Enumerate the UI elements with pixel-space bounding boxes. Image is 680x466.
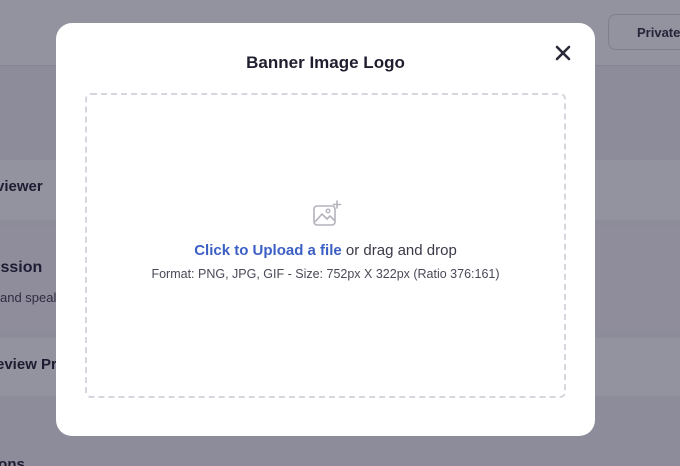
upload-instruction: Click to Upload a file or drag and drop — [87, 242, 564, 259]
format-hint: Format: PNG, JPG, GIF - Size: 752px X 32… — [151, 267, 500, 281]
image-add-icon — [312, 200, 342, 228]
upload-modal: Banner Image Logo Click to Upload a file… — [56, 23, 595, 436]
close-icon[interactable] — [552, 42, 574, 64]
upload-dropzone[interactable]: Click to Upload a file or drag and drop … — [85, 93, 566, 398]
page: Private viewer ission and speal eview Pr… — [0, 0, 680, 466]
upload-file-link[interactable]: Click to Upload a file — [194, 242, 342, 259]
upload-rest-text: or drag and drop — [341, 242, 457, 259]
modal-title: Banner Image Logo — [246, 53, 405, 72]
